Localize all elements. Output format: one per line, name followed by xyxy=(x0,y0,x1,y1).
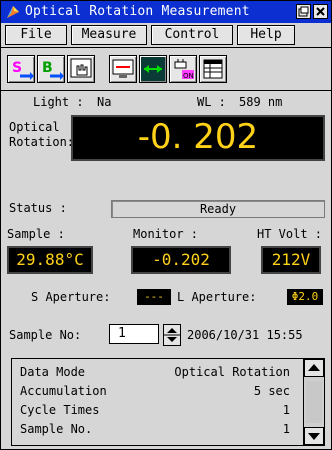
sample-no-spinner[interactable] xyxy=(163,324,181,346)
app-icon xyxy=(7,6,19,18)
scroll-down-icon xyxy=(308,433,320,440)
monitor-label: Monitor : xyxy=(133,227,199,241)
ht-volt-display: 212V xyxy=(261,246,321,274)
status-field: Ready xyxy=(111,200,325,218)
table-icon xyxy=(203,59,223,79)
optical-rotation-label-line2: Rotation: xyxy=(9,135,75,149)
svg-text:B: B xyxy=(42,60,53,76)
hand-cursor-icon xyxy=(70,58,92,78)
menu-control[interactable]: Control xyxy=(151,25,233,45)
svg-text:S: S xyxy=(12,60,22,76)
scroll-down-button[interactable] xyxy=(304,427,324,445)
optical-rotation-label-line1: Optical xyxy=(9,120,60,134)
sample-no-input[interactable]: 1 xyxy=(109,324,159,344)
scroll-up-button[interactable] xyxy=(304,359,324,377)
s-aperture-value: --- xyxy=(137,289,171,305)
measurement-panel: Light : Na WL : 589 nm Optical Rotation:… xyxy=(1,91,331,449)
wl-value: 589 nm xyxy=(239,95,283,109)
l-aperture-label: L Aperture: xyxy=(177,290,257,304)
sample-no-label: Sample No: xyxy=(9,328,82,342)
cross-arrows-icon xyxy=(144,65,162,73)
svg-text:ON: ON xyxy=(183,72,194,80)
light-value: Na xyxy=(97,95,112,109)
manual-button[interactable] xyxy=(67,55,95,83)
table-view-button[interactable] xyxy=(199,55,227,83)
s-aperture-label: S Aperture: xyxy=(31,290,111,304)
lamp-on-button[interactable]: ON xyxy=(169,55,197,83)
monitor-button[interactable] xyxy=(109,55,137,83)
ht-volt-label: HT Volt : xyxy=(257,227,323,241)
l-aperture-value: Φ2.0 xyxy=(287,289,323,305)
spinner-arrows-icon xyxy=(164,328,180,342)
sample-label: Sample : xyxy=(7,227,65,241)
lamp-on-icon: ON xyxy=(174,59,194,80)
window-title: Optical Rotation Measurement xyxy=(25,4,250,19)
title-bar[interactable]: Optical Rotation Measurement xyxy=(1,1,331,23)
restore-icon xyxy=(298,6,309,17)
cross-arrows-button[interactable] xyxy=(139,55,167,83)
toolbar: S B ON xyxy=(1,48,331,91)
light-label: Light : xyxy=(33,95,84,109)
s-arrow-icon: S xyxy=(12,60,34,80)
status-label: Status : xyxy=(9,201,67,215)
application-window: Optical Rotation Measurement File Measur… xyxy=(0,0,332,450)
list-item: Cycle Times 1 xyxy=(20,403,290,417)
close-button[interactable] xyxy=(313,4,328,19)
monitor-display: -0.202 xyxy=(131,246,231,274)
menu-help[interactable]: Help xyxy=(237,25,295,45)
list-scrollbar[interactable] xyxy=(303,359,324,445)
menu-bar: File Measure Control Help xyxy=(1,23,331,48)
start-sample-button[interactable]: S xyxy=(7,55,35,83)
close-icon xyxy=(316,7,325,16)
start-blank-button[interactable]: B xyxy=(37,55,65,83)
menu-measure[interactable]: Measure xyxy=(71,25,147,45)
list-item: Sample No. 1 xyxy=(20,422,290,436)
b-arrow-icon: B xyxy=(42,60,64,80)
restore-button[interactable] xyxy=(296,4,311,19)
wl-label: WL : xyxy=(197,95,226,109)
list-item: Data Mode Optical Rotation xyxy=(20,365,290,379)
datetime: 2006/10/31 15:55 xyxy=(187,328,303,342)
list-item: Accumulation 5 sec xyxy=(20,384,290,398)
menu-file[interactable]: File xyxy=(5,25,67,45)
scroll-up-icon xyxy=(308,364,320,371)
screen-target-icon xyxy=(112,59,134,78)
sample-temperature-display: 29.88°C xyxy=(7,246,93,274)
optical-rotation-display: -0. 202 xyxy=(71,115,325,161)
info-list[interactable]: Data Mode Optical Rotation Accumulation … xyxy=(11,358,325,446)
scroll-track[interactable] xyxy=(306,381,322,423)
